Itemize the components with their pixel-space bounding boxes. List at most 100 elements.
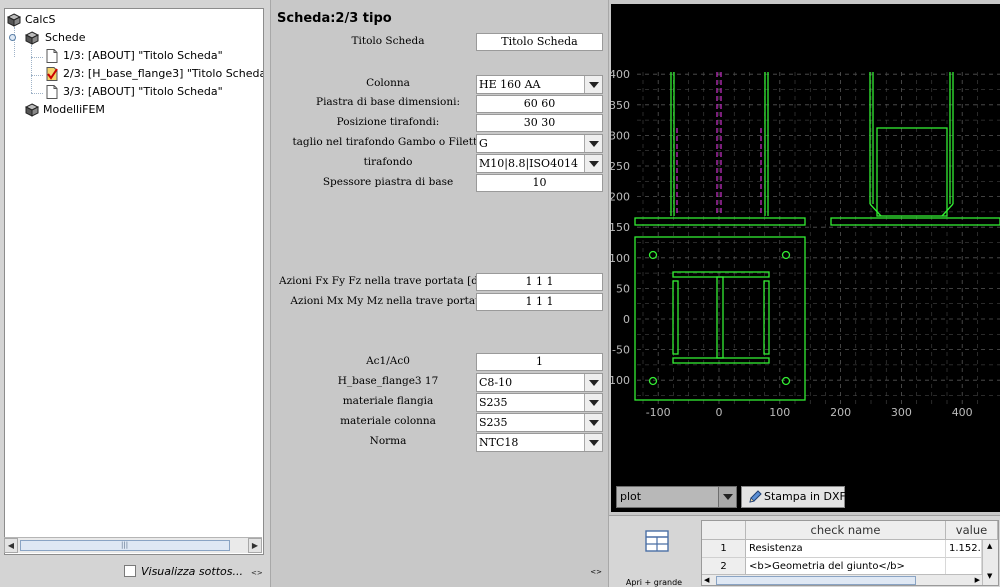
select-value: G (479, 137, 488, 150)
norma-label: Norma (369, 435, 407, 447)
form-panel: Scheda:2/3 tipo Titolo Scheda Titolo Sch… (270, 0, 608, 587)
scroll-right-icon[interactable]: ▶ (248, 538, 262, 553)
document-icon (46, 85, 58, 99)
export-dxf-button[interactable]: Stampa in DXF (741, 486, 846, 508)
scroll-down-icon[interactable]: ▼ (987, 572, 992, 580)
collapse-arrows-icon[interactable]: <> (251, 569, 263, 577)
chevron-down-icon[interactable] (718, 487, 736, 507)
mat-flangia-select[interactable]: S235 (476, 393, 603, 412)
chevron-down-icon[interactable] (584, 414, 602, 431)
tree-connector (31, 45, 32, 93)
spessore-label: Spessore piastra di base (322, 176, 454, 188)
x-tick-label: 200 (830, 406, 851, 419)
scroll-up-icon[interactable]: ▲ (987, 542, 992, 550)
tree-connector (31, 57, 43, 58)
tirafondo-label: tirafondo (363, 156, 413, 168)
column-header-check-name[interactable]: check name (746, 521, 946, 540)
tirafondo-select[interactable]: M10|8.8|ISO4014 (476, 154, 603, 173)
tree-item-label: 1/3: [ABOUT] "Titolo Scheda" (63, 49, 223, 62)
azioni-m-input[interactable]: 1 1 1 (476, 293, 603, 311)
chevron-down-icon[interactable] (584, 76, 602, 93)
mat-colonna-label: materiale colonna (340, 415, 436, 427)
hbase-label: H_base_flange3 17 (337, 375, 439, 387)
cube-icon (7, 13, 21, 27)
collapse-arrows-icon[interactable]: <> (590, 568, 602, 576)
checks-area: Apri + grande check name value 1 Resiste… (609, 515, 1000, 587)
column-header-value[interactable]: value (946, 521, 998, 540)
document-checked-icon (46, 67, 58, 81)
show-subcards-label: Visualizza sottos... (141, 565, 243, 578)
ac1-input[interactable]: 1 (476, 353, 603, 371)
tree-connector (31, 75, 43, 76)
ac1-label: Ac1/Ac0 (366, 355, 410, 367)
project-tree-panel: CalcS Schede 1/3: [ABOUT] "Titolo Scheda… (0, 0, 270, 587)
axis-ticks: -100 0 100 200 300 400 400 350 300 250 200 150 100 50… (611, 68, 973, 419)
table-vertical-scrollbar[interactable]: ▲ ▼ (982, 540, 998, 585)
scrollbar-thumb[interactable]: ||| (20, 540, 230, 551)
scrollbar-thumb[interactable] (716, 576, 916, 585)
hbase-select[interactable]: C8-10 (476, 373, 603, 392)
scroll-left-icon[interactable]: ◀ (704, 576, 709, 584)
x-tick-label: 300 (891, 406, 912, 419)
chevron-down-icon[interactable] (584, 374, 602, 391)
y-tick-label: 250 (611, 160, 630, 173)
document-icon (46, 49, 58, 63)
x-tick-label: -100 (646, 406, 671, 419)
tree-node-label: ModelliFEM (43, 103, 105, 116)
cube-icon (25, 31, 39, 45)
row-index[interactable]: 1 (702, 540, 746, 558)
y-tick-label: 200 (611, 191, 630, 204)
table-cell-check-name[interactable]: Resistenza (746, 540, 946, 558)
scroll-left-icon[interactable]: ◀ (4, 538, 18, 553)
chevron-down-icon[interactable] (584, 394, 602, 411)
norma-select[interactable]: NTC18 (476, 433, 603, 452)
azioni-f-input[interactable]: 1 1 1 (476, 273, 603, 291)
drawing-canvas[interactable]: -100 0 100 200 300 400 400 350 300 250 200 150 100 50… (611, 4, 1000, 512)
chevron-down-icon[interactable] (584, 155, 602, 172)
piastra-dim-label: Piastra di base dimensioni: (316, 96, 460, 108)
select-value: S235 (479, 396, 508, 409)
piastra-dim-input[interactable]: 60 60 (476, 95, 603, 113)
tree-connector (14, 27, 15, 57)
chevron-down-icon[interactable] (584, 135, 602, 152)
x-tick-label: 400 (952, 406, 973, 419)
select-value: NTC18 (479, 436, 519, 449)
export-dxf-label: Stampa in DXF (764, 490, 846, 503)
project-tree: CalcS Schede 1/3: [ABOUT] "Titolo Scheda… (4, 8, 264, 555)
taglio-select[interactable]: G (476, 134, 603, 153)
y-tick-label: 300 (611, 129, 630, 142)
x-tick-label: 0 (716, 406, 723, 419)
tree-node-label: CalcS (25, 13, 56, 26)
plot-view-select[interactable]: plot (616, 486, 737, 508)
show-subcards-checkbox[interactable]: Visualizza sottos... (124, 564, 243, 580)
pencil-icon (749, 490, 762, 503)
mat-colonna-select[interactable]: S235 (476, 413, 603, 432)
titolo-scheda-input[interactable]: Titolo Scheda (476, 33, 603, 51)
section-drawing (634, 72, 1000, 401)
tree-horizontal-scrollbar[interactable]: ◀ ||| ▶ (4, 537, 262, 553)
posizione-tirafondi-label: Posizione tirafondi: (336, 116, 440, 128)
form-title: Scheda:2/3 tipo (277, 11, 392, 26)
tree-item-scheda-2[interactable]: 2/3: [H_base_flange3] "Titolo Scheda" (45, 65, 263, 83)
colonna-select[interactable]: HE 160 AA (476, 75, 603, 94)
tree-item-label: 2/3: [H_base_flange3] "Titolo Scheda" (63, 67, 263, 80)
y-tick-label: 400 (611, 68, 630, 81)
checkbox-box[interactable] (124, 565, 136, 577)
spessore-input[interactable]: 10 (476, 174, 603, 192)
table-horizontal-scrollbar[interactable]: ◀ ▶ (702, 574, 982, 585)
colonna-label: Colonna (366, 77, 410, 89)
y-tick-label: 100 (611, 252, 630, 265)
azioni-m-label: Azioni Mx My Mz nella trave portata (290, 295, 486, 307)
posizione-tirafondi-input[interactable]: 30 30 (476, 114, 603, 132)
scroll-right-icon[interactable]: ▶ (975, 576, 980, 584)
y-tick-label: 50 (616, 282, 630, 295)
chevron-down-icon[interactable] (584, 434, 602, 451)
expand-handle-icon[interactable] (9, 34, 16, 41)
y-tick-label: -50 (612, 344, 630, 357)
open-larger-button[interactable]: Apri + grande (623, 526, 685, 587)
table-corner-header (702, 521, 746, 540)
table-icon (645, 530, 669, 552)
taglio-label: taglio nel tirafondo Gambo o Filetto (292, 136, 484, 148)
table-cell-value[interactable]: 1.152... (946, 540, 982, 558)
open-larger-label: Apri + grande (625, 578, 683, 587)
